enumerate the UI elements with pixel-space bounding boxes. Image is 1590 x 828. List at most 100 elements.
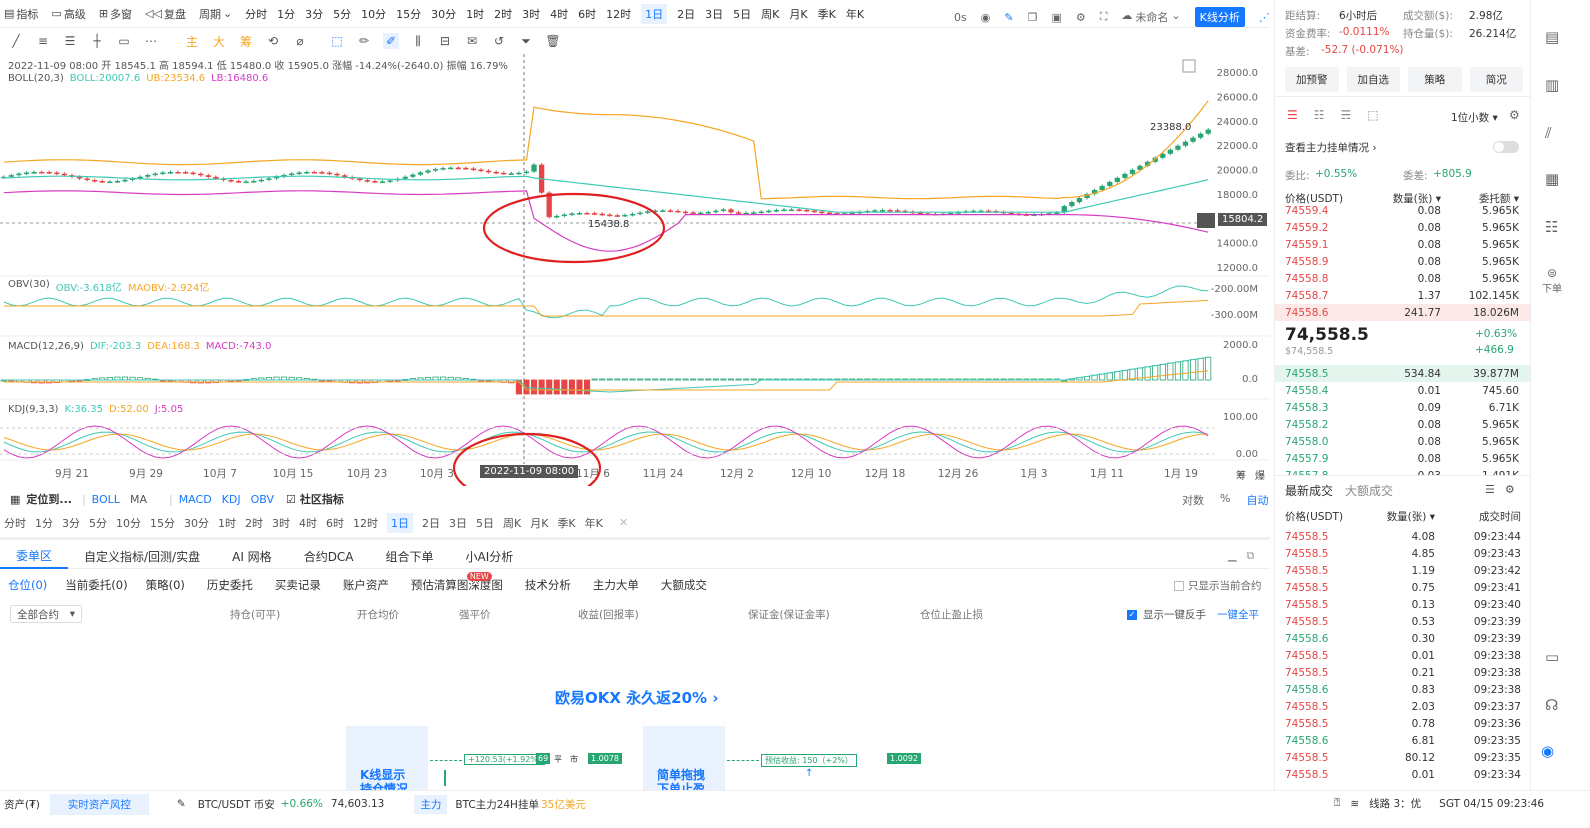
community-indicators[interactable]: 社区指标 <box>300 491 344 507</box>
layout-icon[interactable]: ▣ <box>1051 11 1061 24</box>
promo-link[interactable]: 欧易OKX 永久返20% › <box>555 687 719 708</box>
period-6时[interactable]: 6时 <box>326 515 344 531</box>
popout-icon[interactable]: ⧉ <box>1246 549 1254 563</box>
subtab-big-orders[interactable]: 主力大单 <box>593 577 639 593</box>
settings-icon[interactable]: ⚙ <box>1509 108 1520 122</box>
table-icon[interactable]: ☷ <box>1545 218 1558 236</box>
period-12时[interactable]: 12时 <box>353 515 378 531</box>
tab-dca[interactable]: 合约DCA <box>288 548 370 565</box>
tab-custom-indicator[interactable]: 自定义指标/回测/实盘 <box>68 548 216 565</box>
period-1时[interactable]: 1时 <box>466 6 484 22</box>
pen-icon[interactable]: ✎ <box>1004 11 1013 24</box>
copy-icon[interactable]: ❐ <box>1028 11 1038 24</box>
period-6时[interactable]: 6时 <box>578 6 596 22</box>
period-分时[interactable]: 分时 <box>4 515 26 531</box>
ind-kdj[interactable]: KDJ <box>222 493 241 506</box>
kline-analysis-button[interactable]: K线分析 <box>1194 7 1245 27</box>
ind-macd[interactable]: MACD <box>179 493 212 506</box>
ask-row[interactable]: 74559.1 0.08 5.965K <box>1275 236 1531 253</box>
period-5日[interactable]: 5日 <box>733 6 751 22</box>
period-12时[interactable]: 12时 <box>606 6 631 22</box>
ask-row[interactable]: 74558.7 1.37 102.145K <box>1275 287 1531 304</box>
subtab-open-orders[interactable]: 当前委托(0) <box>65 577 127 593</box>
period-menu[interactable]: 周期 ⌄ <box>199 6 232 22</box>
rect-icon[interactable]: ▭ <box>116 33 132 49</box>
share-icon[interactable]: ⋰ <box>1259 11 1270 24</box>
big-tool[interactable]: 大 <box>211 33 227 49</box>
period-10分[interactable]: 10分 <box>116 515 141 531</box>
period-周K[interactable]: 周K <box>761 6 779 22</box>
advanced-menu[interactable]: ▭ 高级 <box>51 6 85 22</box>
settings-icon-2[interactable]: ⚙ <box>1505 483 1515 496</box>
splitter[interactable] <box>0 537 1270 540</box>
bid-row[interactable]: 74558.4 0.01 745.60 <box>1275 382 1531 399</box>
period-1日[interactable]: 1日 <box>387 513 413 533</box>
tab-large-trades[interactable]: 大额成交 <box>1345 482 1393 499</box>
ticker-pair[interactable]: BTC/USDT 币安 <box>198 797 275 812</box>
select-icon[interactable]: ⬚ <box>329 33 345 49</box>
trash-icon[interactable]: 🗑 <box>545 33 561 49</box>
log-scale[interactable]: 对数 <box>1182 492 1204 508</box>
book-ask-icon[interactable]: ☴ <box>1341 108 1352 122</box>
bars-icon[interactable]: ⫼ <box>410 33 426 49</box>
promo-card-drag[interactable]: 简单拖拽 下单止盈 预估收益: 150（+2%） 1.0092 ↑ <box>643 726 923 790</box>
auto-scale[interactable]: 自动 <box>1246 492 1268 508</box>
period-4时[interactable]: 4时 <box>550 6 568 22</box>
bid-row[interactable]: 74558.5 534.84 39.877M <box>1275 365 1531 382</box>
strategy-button[interactable]: 策略 <box>1408 67 1462 92</box>
indicator-menu[interactable]: ▤ 指标 <box>4 6 38 22</box>
period-3分[interactable]: 3分 <box>62 515 80 531</box>
tab-latest-trades[interactable]: 最新成交 <box>1285 482 1333 499</box>
multi-window-menu[interactable]: ⊞ 多窗 <box>99 6 132 22</box>
subtab-assets[interactable]: 账户资产 <box>343 577 389 593</box>
subtab-trades[interactable]: 买卖记录 <box>275 577 321 593</box>
period-5日[interactable]: 5日 <box>476 515 494 531</box>
ind-obv[interactable]: OBV <box>251 493 274 506</box>
ask-row[interactable]: 74558.8 0.08 5.965K <box>1275 270 1531 287</box>
locate-button[interactable]: 定位到... <box>26 491 72 507</box>
period-2时[interactable]: 2时 <box>494 6 512 22</box>
reverse-toggle[interactable]: ✓ 显示一键反手 <box>1127 607 1206 622</box>
fullscreen-icon[interactable]: ⛶ <box>1100 10 1108 24</box>
subtab-strategies[interactable]: 策略(0) <box>146 577 185 593</box>
col-pnl[interactable]: 收益(回报率) <box>578 607 639 622</box>
period-年K[interactable]: 年K <box>846 6 864 22</box>
bid-row[interactable]: 74557.80.031.491K <box>1275 467 1531 476</box>
pencil-icon[interactable]: ✏ <box>356 33 372 49</box>
close-icon[interactable]: ✕ <box>619 516 628 529</box>
main-text[interactable]: BTC主力24H挂单 <box>455 797 539 812</box>
chip-corner[interactable]: 筹 <box>1236 467 1246 482</box>
col-margin[interactable]: 保证金(保证金率) <box>748 607 830 622</box>
trendline-icon[interactable]: ╱ <box>8 33 24 49</box>
overview-button[interactable]: 简况 <box>1469 67 1523 92</box>
document-icon[interactable]: ▤ <box>1545 28 1559 46</box>
period-2时[interactable]: 2时 <box>245 515 263 531</box>
bid-row[interactable]: 74558.3 0.09 6.71K <box>1275 399 1531 416</box>
tab-order-area[interactable]: 委单区 <box>0 545 69 569</box>
ask-row[interactable]: 74558.6 241.77 18.026M <box>1275 304 1531 321</box>
ind-boll[interactable]: BOLL <box>92 493 120 506</box>
book-expand-icon[interactable]: ⬚ <box>1367 108 1378 122</box>
period-分时[interactable]: 分时 <box>245 6 267 22</box>
tab-ai-analysis[interactable]: 小AI分析 <box>450 548 530 565</box>
subtab-positions[interactable]: 仓位(0) <box>8 577 47 593</box>
order-side-button[interactable]: ⊜ 下单 <box>1541 266 1563 295</box>
period-1分[interactable]: 1分 <box>277 6 295 22</box>
period-30分[interactable]: 30分 <box>184 515 209 531</box>
list-icon[interactable]: ☰ <box>1485 483 1495 496</box>
period-10分[interactable]: 10分 <box>361 6 386 22</box>
period-1分[interactable]: 1分 <box>35 515 53 531</box>
ask-row[interactable]: 74559.4 0.08 5.965K <box>1275 202 1531 219</box>
ask-row[interactable]: 74559.2 0.08 5.965K <box>1275 219 1531 236</box>
col-holding[interactable]: 持仓(可平) <box>230 607 280 622</box>
close-all-button[interactable]: 一键全平 <box>1217 607 1259 622</box>
layout-panel-icon[interactable]: ▭ <box>1545 648 1559 666</box>
chart-icon[interactable]: ⫽ <box>1545 124 1552 142</box>
subtab-technical[interactable]: 技术分析 <box>525 577 571 593</box>
brush-icon[interactable]: ✐ <box>383 33 399 49</box>
filter-icon[interactable]: ⏷ <box>518 33 534 49</box>
period-1时[interactable]: 1时 <box>218 515 236 531</box>
period-30分[interactable]: 30分 <box>431 6 456 22</box>
robot-icon[interactable]: ◉ <box>1541 742 1554 760</box>
cloud-save[interactable]: ☁ 未命名 ⌄ <box>1121 9 1180 25</box>
